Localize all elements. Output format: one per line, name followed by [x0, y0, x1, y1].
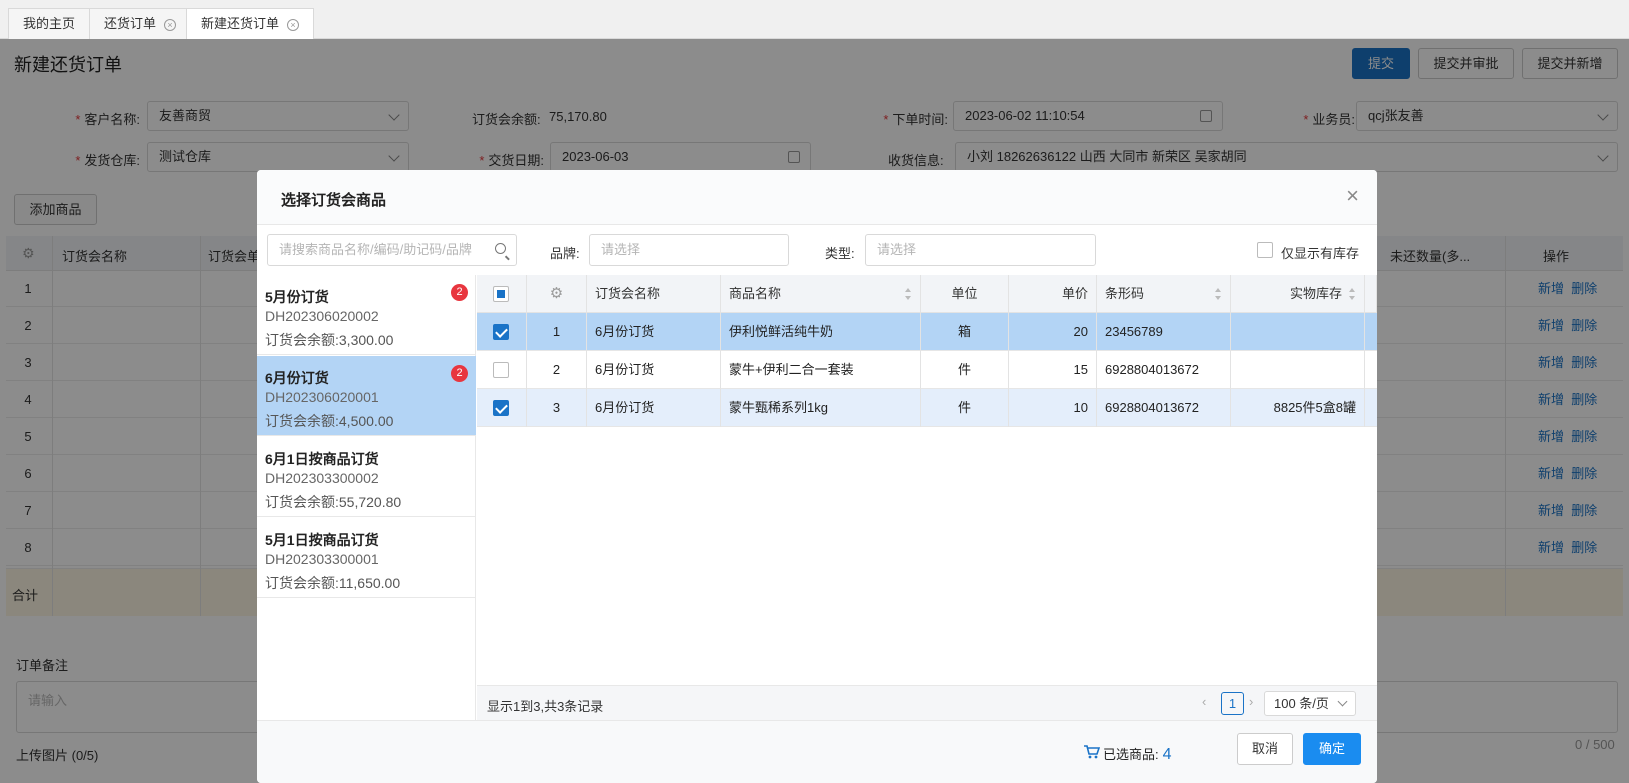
- event-code: DH202303300001: [265, 551, 379, 567]
- page-size-select[interactable]: 100 条/页: [1264, 691, 1356, 716]
- row-checkbox[interactable]: [493, 400, 509, 416]
- row-price: 20: [1009, 313, 1097, 351]
- close-icon[interactable]: ×: [1346, 185, 1359, 207]
- type-label: 类型:: [825, 246, 855, 261]
- row-price: 15: [1009, 351, 1097, 389]
- row-event: 6月份订货: [587, 313, 721, 351]
- count-badge: 2: [451, 365, 468, 382]
- row-index: 1: [527, 313, 587, 351]
- pagination-info: 显示1到3,共3条记录: [487, 699, 604, 714]
- product-search-input[interactable]: 请搜索商品名称/编码/助记码/品牌: [267, 234, 517, 266]
- event-code: DH202303300002: [265, 470, 379, 486]
- prev-page-icon[interactable]: ‹: [1202, 694, 1206, 709]
- event-balance: 订货会余额:4,500.00: [265, 413, 394, 429]
- event-balance: 订货会余额:11,650.00: [265, 575, 401, 591]
- table-row[interactable]: 2 6月份订货 蒙牛+伊利二合一套装 件 15 6928804013672: [477, 351, 1377, 389]
- confirm-button[interactable]: 确定: [1303, 733, 1361, 765]
- sort-icon[interactable]: [1349, 288, 1356, 300]
- tab-label: 还货订单: [104, 16, 157, 31]
- list-item[interactable]: 6月份订货 DH202306020001 订货会余额:4,500.00 2: [257, 356, 476, 436]
- stock-only-checkbox[interactable]: [1257, 242, 1273, 258]
- row-barcode: 23456789: [1097, 313, 1231, 351]
- select-all-checkbox[interactable]: [493, 286, 509, 302]
- event-balance: 订货会余额:3,300.00: [265, 332, 394, 348]
- tab-new-return-order[interactable]: 新建还货订单 ×: [186, 8, 315, 40]
- row-product: 蒙牛+伊利二合一套装: [721, 351, 921, 389]
- brand-select[interactable]: 请选择: [589, 234, 789, 266]
- row-price: 10: [1009, 389, 1097, 427]
- tab-return-orders[interactable]: 还货订单 ×: [89, 8, 192, 39]
- row-index: 3: [527, 389, 587, 427]
- row-unit: 件: [921, 351, 1009, 389]
- row-checkbox[interactable]: [493, 362, 509, 378]
- tab-label: 新建还货订单: [201, 16, 280, 31]
- list-item[interactable]: 5月1日按商品订货 DH202303300001 订货会余额:11,650.00: [257, 518, 476, 598]
- event-name: 5月份订货: [265, 289, 329, 305]
- row-checkbox[interactable]: [493, 324, 509, 340]
- page-number[interactable]: 1: [1221, 692, 1244, 715]
- cart-icon: [1084, 745, 1100, 759]
- stock-only-label: 仅显示有库存: [1281, 246, 1360, 261]
- row-stock: [1231, 313, 1365, 351]
- row-unit: 箱: [921, 313, 1009, 351]
- col-barcode[interactable]: 条形码: [1097, 275, 1231, 313]
- col-product[interactable]: 商品名称: [721, 275, 921, 313]
- dialog-footer: 已选商品: 4 取消 确定: [257, 720, 1377, 783]
- event-code: DH202306020002: [265, 308, 379, 324]
- event-list: 5月份订货 DH202306020002 订货会余额:3,300.00 2 6月…: [257, 275, 476, 720]
- sort-icon[interactable]: [905, 288, 912, 300]
- dialog-header: 选择订货会商品 ×: [257, 170, 1377, 225]
- row-event: 6月份订货: [587, 389, 721, 427]
- select-product-dialog: 选择订货会商品 × 请搜索商品名称/编码/助记码/品牌 品牌: 请选择 类型: …: [257, 170, 1377, 783]
- next-page-icon[interactable]: ›: [1249, 694, 1253, 709]
- search-icon[interactable]: [495, 243, 506, 254]
- row-product: 蒙牛甄稀系列1kg: [721, 389, 921, 427]
- brand-label: 品牌:: [550, 246, 580, 261]
- row-product: 伊利悦鲜活纯牛奶: [721, 313, 921, 351]
- product-table: ⚙ 订货会名称 商品名称 单位 单价 条形码 实物库存 1 6月份订货 伊利悦鲜…: [477, 275, 1377, 720]
- tab-label: 我的主页: [23, 16, 76, 31]
- tab-bar: 我的主页 还货订单 × 新建还货订单 ×: [0, 0, 1629, 40]
- col-event: 订货会名称: [587, 275, 721, 313]
- table-row[interactable]: 1 6月份订货 伊利悦鲜活纯牛奶 箱 20 23456789: [477, 313, 1377, 351]
- table-row[interactable]: 3 6月份订货 蒙牛甄稀系列1kg 件 10 6928804013672 882…: [477, 389, 1377, 427]
- row-stock: 8825件5盒8罐: [1231, 389, 1365, 427]
- row-stock: [1231, 351, 1365, 389]
- sort-icon[interactable]: [1215, 288, 1222, 300]
- gear-icon[interactable]: ⚙: [527, 275, 587, 313]
- cancel-button[interactable]: 取消: [1237, 733, 1293, 765]
- list-item[interactable]: 6月1日按商品订货 DH202303300002 订货会余额:55,720.80: [257, 437, 476, 517]
- col-filler: [1365, 275, 1377, 313]
- col-price: 单价: [1009, 275, 1097, 313]
- col-unit: 单位: [921, 275, 1009, 313]
- col-stock[interactable]: 实物库存: [1231, 275, 1365, 313]
- chevron-down-icon: [1337, 696, 1348, 707]
- type-select[interactable]: 请选择: [865, 234, 1096, 266]
- row-unit: 件: [921, 389, 1009, 427]
- count-badge: 2: [451, 284, 468, 301]
- close-icon[interactable]: ×: [287, 18, 300, 31]
- list-item[interactable]: 5月份订货 DH202306020002 订货会余额:3,300.00 2: [257, 275, 476, 355]
- row-barcode: 6928804013672: [1097, 389, 1231, 427]
- close-icon[interactable]: ×: [164, 18, 177, 31]
- row-index: 2: [527, 351, 587, 389]
- event-name: 6月份订货: [265, 370, 329, 386]
- col-select-all: [477, 275, 527, 313]
- dialog-title: 选择订货会商品: [281, 192, 387, 209]
- event-code: DH202306020001: [265, 389, 379, 405]
- row-event: 6月份订货: [587, 351, 721, 389]
- selected-count: 已选商品: 4: [1103, 746, 1172, 763]
- tab-home[interactable]: 我的主页: [8, 8, 91, 39]
- row-barcode: 6928804013672: [1097, 351, 1231, 389]
- event-name: 6月1日按商品订货: [265, 451, 379, 467]
- event-balance: 订货会余额:55,720.80: [265, 494, 402, 510]
- event-name: 5月1日按商品订货: [265, 532, 379, 548]
- pagination: 显示1到3,共3条记录 ‹ 1 › 100 条/页: [477, 685, 1377, 720]
